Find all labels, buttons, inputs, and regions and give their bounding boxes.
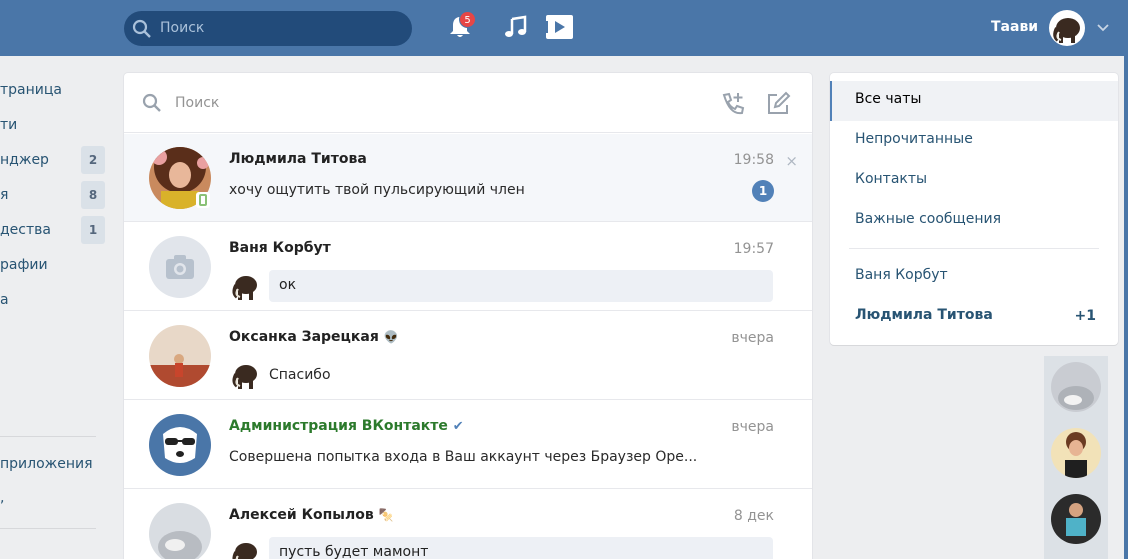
nav-count-communities: 1 xyxy=(81,216,105,244)
dialog-name: Оксанка Зарецкая 👽 xyxy=(229,329,399,345)
kebab-emoji: 🍢 xyxy=(378,508,394,522)
nav-item-page[interactable]: траница xyxy=(0,82,62,102)
filter-important[interactable]: Важные сообщения xyxy=(830,201,1118,241)
recent-chat-item[interactable]: Людмила Титова +1 xyxy=(830,297,1118,337)
dialog-last-message: пусть будет мамонт xyxy=(269,537,773,559)
mammoth-icon xyxy=(232,365,257,389)
dialog-row[interactable]: Ваня Корбут 19:57 ок xyxy=(124,223,812,311)
nav-item-messenger[interactable]: нджер xyxy=(0,152,49,172)
nav-item-more[interactable]: , xyxy=(0,490,4,510)
nav-item-news[interactable]: ти xyxy=(0,117,17,137)
recent-chat-badge: +1 xyxy=(1074,308,1096,324)
header-user-name[interactable]: Таави xyxy=(991,19,1038,35)
nav-item-apps[interactable]: приложения xyxy=(0,456,93,476)
dialog-row[interactable]: Администрация ВКонтакте ✔ вчера Совершен… xyxy=(124,401,812,489)
mammoth-icon xyxy=(232,276,257,300)
compose-icon[interactable] xyxy=(765,91,791,117)
music-icon[interactable] xyxy=(504,15,528,39)
dialog-row[interactable]: Алексей Копылов 🍢 8 дек пусть будет мамо… xyxy=(124,490,812,559)
video-icon[interactable] xyxy=(542,14,574,40)
dialog-last-message: Спасибо xyxy=(269,367,331,383)
dialog-time: вчера xyxy=(731,419,774,435)
close-icon[interactable]: × xyxy=(785,152,798,170)
avatar xyxy=(149,503,211,559)
avatar[interactable] xyxy=(1051,428,1101,478)
dialog-name: Администрация ВКонтакте ✔ xyxy=(229,418,464,434)
header-avatar[interactable] xyxy=(1049,10,1085,46)
top-header: Поиск 5 Таави xyxy=(0,0,1128,56)
nav-item-friends[interactable]: я xyxy=(0,187,8,207)
nav-count-messenger: 2 xyxy=(81,146,105,174)
avatar[interactable] xyxy=(1051,494,1101,544)
recent-chat-label: Людмила Титова xyxy=(855,307,993,323)
avatar xyxy=(149,236,211,298)
search-icon xyxy=(142,93,161,112)
unread-badge: 1 xyxy=(752,180,774,202)
vk-dog-logo-icon xyxy=(149,414,211,476)
dialog-name: Алексей Копылов 🍢 xyxy=(229,507,394,523)
verified-icon: ✔ xyxy=(452,419,464,434)
chevron-down-icon[interactable] xyxy=(1097,24,1109,32)
nav-count-friends: 8 xyxy=(81,181,105,209)
mammoth-icon xyxy=(1053,18,1080,43)
avatar xyxy=(149,325,211,387)
nav-item-music[interactable]: а xyxy=(0,292,9,312)
messenger-panel: Поиск Людмила Титова 19:58 × хочу ощутит… xyxy=(124,73,812,559)
window-edge xyxy=(1124,0,1128,559)
avatar[interactable] xyxy=(1051,362,1101,412)
filter-unread[interactable]: Непрочитанные xyxy=(830,121,1118,161)
nav-divider xyxy=(0,436,96,437)
dialog-last-message: ок xyxy=(269,270,773,302)
nav-divider-2 xyxy=(0,528,96,529)
header-search-input[interactable]: Поиск xyxy=(124,11,412,46)
call-plus-icon[interactable] xyxy=(720,91,746,117)
dialog-row[interactable]: Людмила Титова 19:58 × хочу ощутить твой… xyxy=(124,134,812,222)
nav-item-photos[interactable]: рафии xyxy=(0,257,48,277)
chat-avatars-column xyxy=(1044,356,1108,559)
dialogs-search-placeholder: Поиск xyxy=(175,95,220,111)
notifications-badge: 5 xyxy=(459,11,476,28)
avatar xyxy=(149,414,211,476)
dialog-time: 8 дек xyxy=(733,508,774,524)
filter-all-chats[interactable]: Все чаты xyxy=(830,81,1118,121)
dialogs-search-bar[interactable]: Поиск xyxy=(124,73,812,133)
mammoth-icon xyxy=(232,543,257,559)
dialog-last-message: Совершена попытка входа в Ваш аккаунт че… xyxy=(229,449,698,465)
recent-chat-item[interactable]: Ваня Корбут xyxy=(830,257,1118,297)
dialog-name: Людмила Титова xyxy=(229,151,367,167)
dialog-time: вчера xyxy=(731,330,774,346)
search-icon xyxy=(132,19,151,38)
nav-item-communities[interactable]: дества xyxy=(0,222,51,242)
dialog-row[interactable]: Оксанка Зарецкая 👽 вчера Спасибо xyxy=(124,312,812,400)
dialog-time: 19:58 xyxy=(733,152,774,168)
dialog-time: 19:57 xyxy=(733,241,774,257)
header-search-placeholder: Поиск xyxy=(160,20,205,36)
mobile-online-icon xyxy=(196,192,210,208)
filter-contacts[interactable]: Контакты xyxy=(830,161,1118,201)
dialogs-filter-menu: Все чаты Непрочитанные Контакты Важные с… xyxy=(830,73,1118,345)
dialog-name: Ваня Корбут xyxy=(229,240,331,256)
menu-divider xyxy=(849,248,1099,249)
camera-icon xyxy=(149,236,211,298)
alien-emoji: 👽 xyxy=(383,330,399,344)
dialog-last-message: хочу ощутить твой пульсирующий член xyxy=(229,182,525,198)
